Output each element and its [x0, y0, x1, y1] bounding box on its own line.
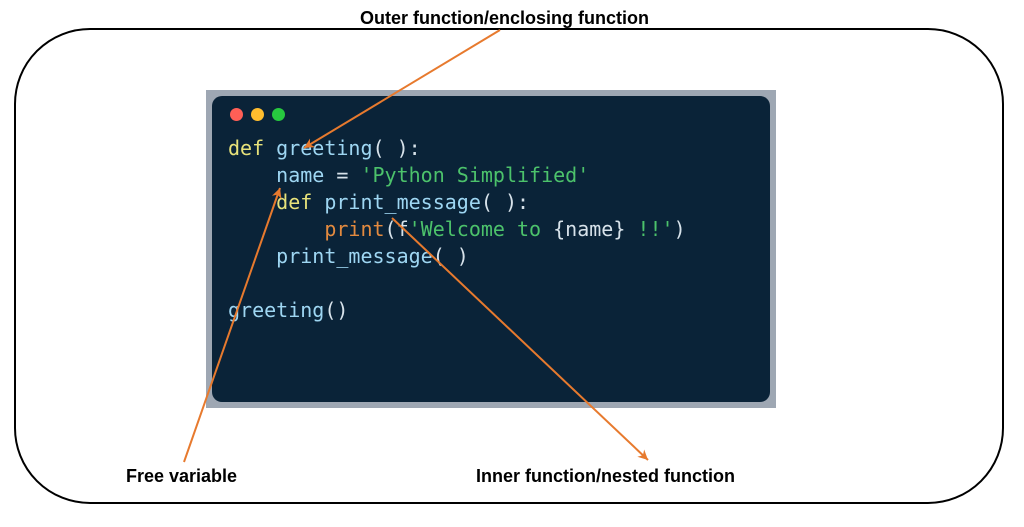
indent: [228, 244, 276, 268]
function-name-print-message: print_message: [324, 190, 481, 214]
code-window: def greeting( ): name = 'Python Simplifi…: [206, 90, 776, 408]
window-traffic-lights: [230, 108, 754, 121]
var-name: name: [276, 163, 324, 187]
indent: [228, 190, 276, 214]
code-punct: ( ):: [481, 190, 529, 214]
code-punct: ( ):: [373, 136, 421, 160]
stage: Outer function/enclosing function Free v…: [0, 0, 1024, 527]
close-icon: [230, 108, 243, 121]
keyword-def: def: [276, 190, 312, 214]
string-literal: 'Welcome to: [409, 217, 554, 241]
string-literal: 'Python Simplified': [360, 163, 589, 187]
f-prefix: f: [397, 217, 409, 241]
builtin-print: print: [324, 217, 384, 241]
code-punct: (): [324, 298, 348, 322]
code-paren-close: ): [674, 217, 686, 241]
code-eq: =: [324, 163, 360, 187]
annotation-inner-function: Inner function/nested function: [476, 466, 735, 487]
code-block: def greeting( ): name = 'Python Simplifi…: [228, 135, 754, 324]
string-literal: !!': [625, 217, 673, 241]
code-window-chrome: def greeting( ): name = 'Python Simplifi…: [212, 96, 770, 402]
zoom-icon: [272, 108, 285, 121]
indent: [228, 217, 324, 241]
annotation-free-variable: Free variable: [126, 466, 237, 487]
call-greeting: greeting: [228, 298, 324, 322]
function-name-greeting: greeting: [276, 136, 372, 160]
call-print-message: print_message: [276, 244, 433, 268]
code-paren-open: (: [385, 217, 397, 241]
string-interp: {name}: [553, 217, 625, 241]
annotation-outer-function: Outer function/enclosing function: [360, 8, 649, 29]
keyword-def: def: [228, 136, 264, 160]
minimize-icon: [251, 108, 264, 121]
indent: [228, 163, 276, 187]
code-punct: ( ): [433, 244, 469, 268]
